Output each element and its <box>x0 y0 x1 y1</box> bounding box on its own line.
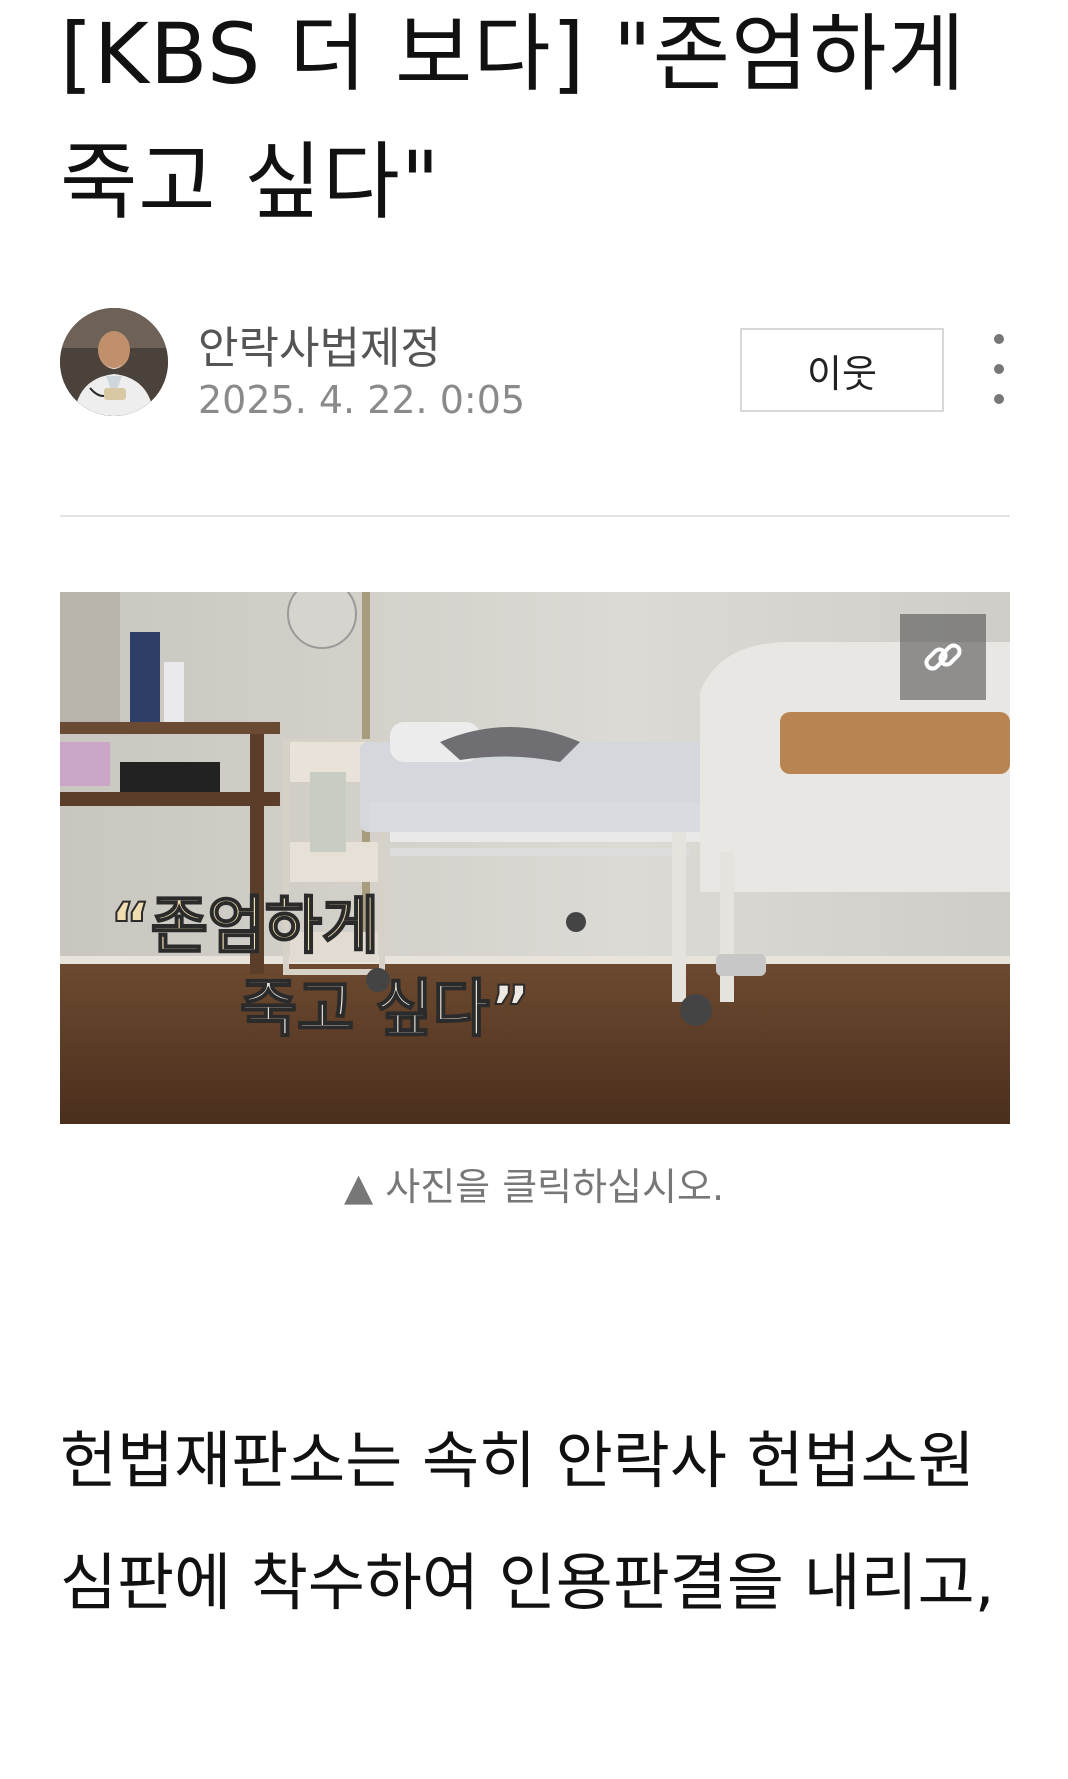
link-icon[interactable] <box>900 614 986 700</box>
photo-caption: ▲ 사진을 클릭하십시오. <box>343 1165 725 1209</box>
add-neighbor-button[interactable]: 이웃 <box>740 328 944 412</box>
divider <box>60 515 1010 517</box>
author-name[interactable]: 안락사법제정 <box>198 312 441 376</box>
author-avatar[interactable] <box>60 308 168 416</box>
author-info: 안락사법제정 2025. 4. 22. 0:05 이웃 <box>60 306 1010 422</box>
article-photo[interactable]: “존엄하게 죽고 싶다” <box>60 592 1010 1124</box>
photo-overlay-text-line2: 죽고 싶다” <box>240 972 531 1045</box>
post-date: 2025. 4. 22. 0:05 <box>198 378 526 422</box>
article-paragraph: 헌법재판소는 속히 안락사 헌법소원심판에 착수하여 인용판결을 내리고, <box>60 1424 995 1619</box>
hospital-bed-photo: “존엄하게 죽고 싶다” <box>60 592 1010 1124</box>
avatar-image <box>60 308 168 416</box>
article-title: [KBS 더 보다] "존엄하게 죽고 싶다" <box>60 5 966 231</box>
photo-overlay-text-line1: “존엄하게 <box>110 889 379 962</box>
more-options-icon[interactable] <box>988 334 1010 404</box>
